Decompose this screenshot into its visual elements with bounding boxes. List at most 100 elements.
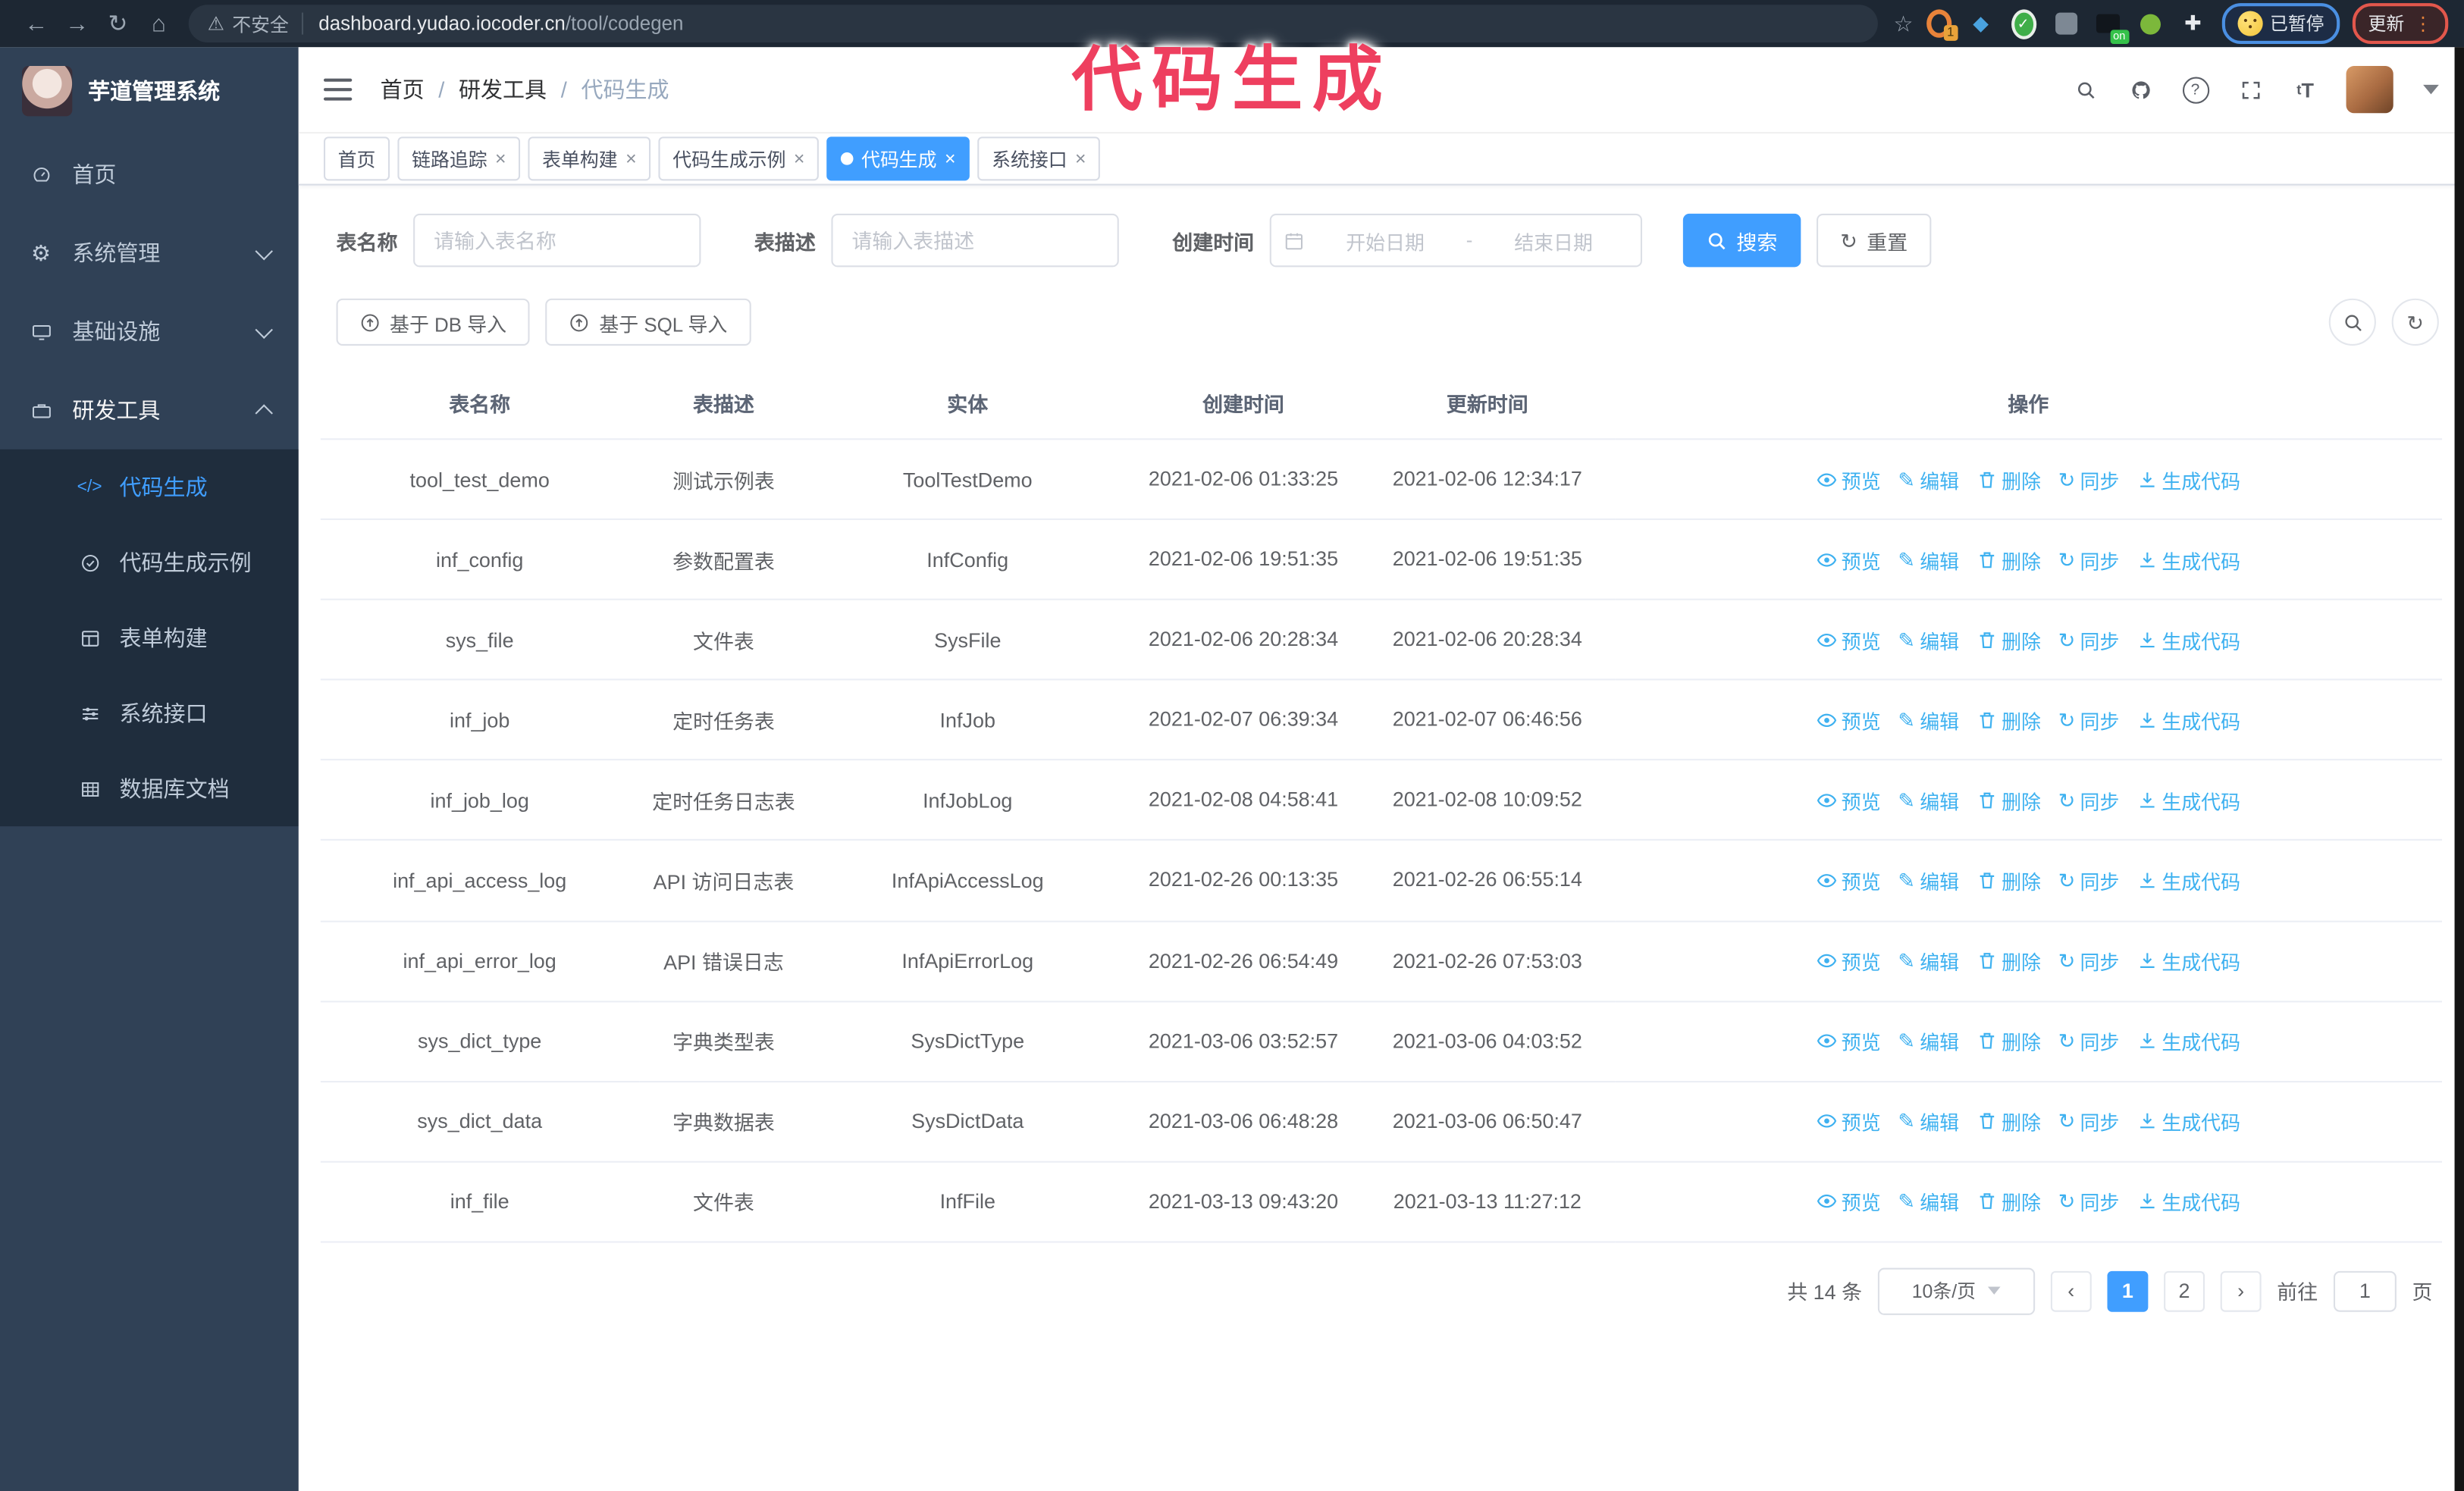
preview-link[interactable]: 预览 bbox=[1817, 946, 1881, 976]
sync-link[interactable]: ↻ 同步 bbox=[2058, 1107, 2120, 1136]
sidebar-item-home[interactable]: 首页 bbox=[0, 135, 299, 214]
help-icon[interactable]: ? bbox=[2181, 75, 2209, 103]
page-scrollbar[interactable] bbox=[2454, 47, 2464, 1491]
end-date-placeholder[interactable]: 结束日期 bbox=[1479, 225, 1629, 255]
reset-button[interactable]: ↻ 重置 bbox=[1817, 213, 1932, 268]
date-range-picker[interactable]: 开始日期 - 结束日期 bbox=[1269, 213, 1643, 268]
generate-code-link[interactable]: 生成代码 bbox=[2136, 1107, 2240, 1136]
sync-link[interactable]: ↻ 同步 bbox=[2058, 866, 2120, 895]
font-size-icon[interactable]: tT bbox=[2291, 75, 2319, 103]
close-icon[interactable]: × bbox=[1075, 148, 1086, 170]
browser-home-icon[interactable]: ⌂ bbox=[138, 10, 179, 36]
profile-paused-badge[interactable]: 已暂停 bbox=[2221, 3, 2340, 45]
user-avatar[interactable] bbox=[2346, 66, 2393, 114]
sync-link[interactable]: ↻ 同步 bbox=[2058, 465, 2120, 494]
github-icon[interactable] bbox=[2126, 75, 2154, 103]
close-icon[interactable]: × bbox=[794, 148, 805, 170]
generate-code-link[interactable]: 生成代码 bbox=[2136, 866, 2240, 895]
table-name-input[interactable] bbox=[413, 213, 701, 268]
extension-puzzle-icon[interactable]: ✚ bbox=[2180, 11, 2205, 36]
preview-link[interactable]: 预览 bbox=[1817, 544, 1881, 574]
next-page-button[interactable]: › bbox=[2220, 1270, 2262, 1312]
search-icon[interactable] bbox=[2071, 75, 2099, 103]
delete-link[interactable]: 删除 bbox=[1977, 785, 2041, 815]
close-icon[interactable]: × bbox=[625, 148, 637, 170]
edit-link[interactable]: ✎ 编辑 bbox=[1898, 465, 1959, 494]
sidebar-item-devtools[interactable]: 研发工具 bbox=[0, 371, 299, 449]
browser-forward-icon[interactable]: → bbox=[57, 10, 98, 36]
start-date-placeholder[interactable]: 开始日期 bbox=[1311, 225, 1460, 255]
preview-link[interactable]: 预览 bbox=[1817, 1187, 1881, 1217]
refresh-button[interactable]: ↻ bbox=[2391, 298, 2439, 346]
address-bar[interactable]: ⚠ 不安全 dashboard.yudao.iocoder.cn /tool/c… bbox=[188, 5, 1878, 42]
goto-page-input[interactable] bbox=[2333, 1270, 2397, 1312]
tag-home[interactable]: 首页 bbox=[323, 136, 390, 181]
generate-code-link[interactable]: 生成代码 bbox=[2136, 1026, 2240, 1056]
page-1-button[interactable]: 1 bbox=[2107, 1270, 2149, 1312]
browser-update-button[interactable]: 更新 ⋮ bbox=[2352, 3, 2449, 45]
extension-console-icon[interactable]: on bbox=[2096, 11, 2129, 45]
sidebar-item-form-builder[interactable]: 表单构建 bbox=[0, 600, 299, 675]
sync-link[interactable]: ↻ 同步 bbox=[2058, 785, 2120, 815]
sidebar-item-codegen[interactable]: </> 代码生成 bbox=[0, 449, 299, 525]
edit-link[interactable]: ✎ 编辑 bbox=[1898, 705, 1959, 735]
browser-menu-icon[interactable]: ⋮ bbox=[2414, 13, 2433, 35]
preview-link[interactable]: 预览 bbox=[1817, 866, 1881, 895]
edit-link[interactable]: ✎ 编辑 bbox=[1898, 1107, 1959, 1136]
edit-link[interactable]: ✎ 编辑 bbox=[1898, 1187, 1959, 1217]
edit-link[interactable]: ✎ 编辑 bbox=[1898, 866, 1959, 895]
sync-link[interactable]: ↻ 同步 bbox=[2058, 625, 2120, 654]
preview-link[interactable]: 预览 bbox=[1817, 465, 1881, 494]
delete-link[interactable]: 删除 bbox=[1977, 1107, 2041, 1136]
breadcrumb-devtools[interactable]: 研发工具 bbox=[459, 74, 547, 105]
generate-code-link[interactable]: 生成代码 bbox=[2136, 785, 2240, 815]
browser-reload-icon[interactable]: ↻ bbox=[98, 9, 139, 38]
generate-code-link[interactable]: 生成代码 bbox=[2136, 1187, 2240, 1217]
generate-code-link[interactable]: 生成代码 bbox=[2136, 544, 2240, 574]
edit-link[interactable]: ✎ 编辑 bbox=[1898, 625, 1959, 654]
preview-link[interactable]: 预览 bbox=[1817, 1107, 1881, 1136]
search-button[interactable]: 搜索 bbox=[1682, 213, 1801, 268]
sync-link[interactable]: ↻ 同步 bbox=[2058, 1187, 2120, 1217]
table-desc-input[interactable] bbox=[831, 213, 1119, 268]
preview-link[interactable]: 预览 bbox=[1817, 705, 1881, 735]
delete-link[interactable]: 删除 bbox=[1977, 625, 2041, 654]
sync-link[interactable]: ↻ 同步 bbox=[2058, 544, 2120, 574]
extension-key-icon[interactable] bbox=[2138, 11, 2163, 36]
sync-link[interactable]: ↻ 同步 bbox=[2058, 705, 2120, 735]
delete-link[interactable]: 删除 bbox=[1977, 1187, 2041, 1217]
close-icon[interactable]: × bbox=[945, 148, 956, 170]
app-logo-row[interactable]: 芋道管理系统 bbox=[0, 47, 299, 135]
delete-link[interactable]: 删除 bbox=[1977, 544, 2041, 574]
security-label[interactable]: 不安全 bbox=[232, 10, 289, 36]
import-sql-button[interactable]: 基于 SQL 导入 bbox=[545, 298, 751, 346]
delete-link[interactable]: 删除 bbox=[1977, 705, 2041, 735]
extension-gem-icon[interactable]: ◆ bbox=[1968, 11, 1993, 36]
tag-form-builder[interactable]: 表单构建 × bbox=[528, 136, 651, 181]
tag-codegen[interactable]: 代码生成 × bbox=[826, 136, 970, 181]
close-icon[interactable]: × bbox=[495, 148, 506, 170]
browser-back-icon[interactable]: ← bbox=[16, 10, 57, 36]
delete-link[interactable]: 删除 bbox=[1977, 946, 2041, 976]
bookmark-star-icon[interactable]: ☆ bbox=[1893, 10, 1913, 36]
generate-code-link[interactable]: 生成代码 bbox=[2136, 946, 2240, 976]
hamburger-icon[interactable] bbox=[323, 78, 353, 101]
edit-link[interactable]: ✎ 编辑 bbox=[1898, 1026, 1959, 1056]
generate-code-link[interactable]: 生成代码 bbox=[2136, 705, 2240, 735]
delete-link[interactable]: 删除 bbox=[1977, 465, 2041, 494]
tag-codegen-example[interactable]: 代码生成示例 × bbox=[658, 136, 820, 181]
preview-link[interactable]: 预览 bbox=[1817, 625, 1881, 654]
page-size-select[interactable]: 10条/页 bbox=[1877, 1267, 2036, 1315]
sidebar-item-infra[interactable]: 基础设施 bbox=[0, 293, 299, 371]
sidebar-item-codegen-example[interactable]: 代码生成示例 bbox=[0, 525, 299, 600]
edit-link[interactable]: ✎ 编辑 bbox=[1898, 544, 1959, 574]
sidebar-item-system[interactable]: ⚙ 系统管理 bbox=[0, 214, 299, 293]
generate-code-link[interactable]: 生成代码 bbox=[2136, 625, 2240, 654]
prev-page-button[interactable]: ‹ bbox=[2050, 1270, 2092, 1312]
edit-link[interactable]: ✎ 编辑 bbox=[1898, 785, 1959, 815]
avatar-caret-icon[interactable] bbox=[2423, 84, 2439, 95]
extension-orange-icon[interactable]: 1 bbox=[1926, 9, 1958, 41]
hide-search-button[interactable] bbox=[2328, 298, 2376, 346]
fullscreen-icon[interactable] bbox=[2236, 75, 2264, 103]
sidebar-item-api[interactable]: 系统接口 bbox=[0, 675, 299, 750]
